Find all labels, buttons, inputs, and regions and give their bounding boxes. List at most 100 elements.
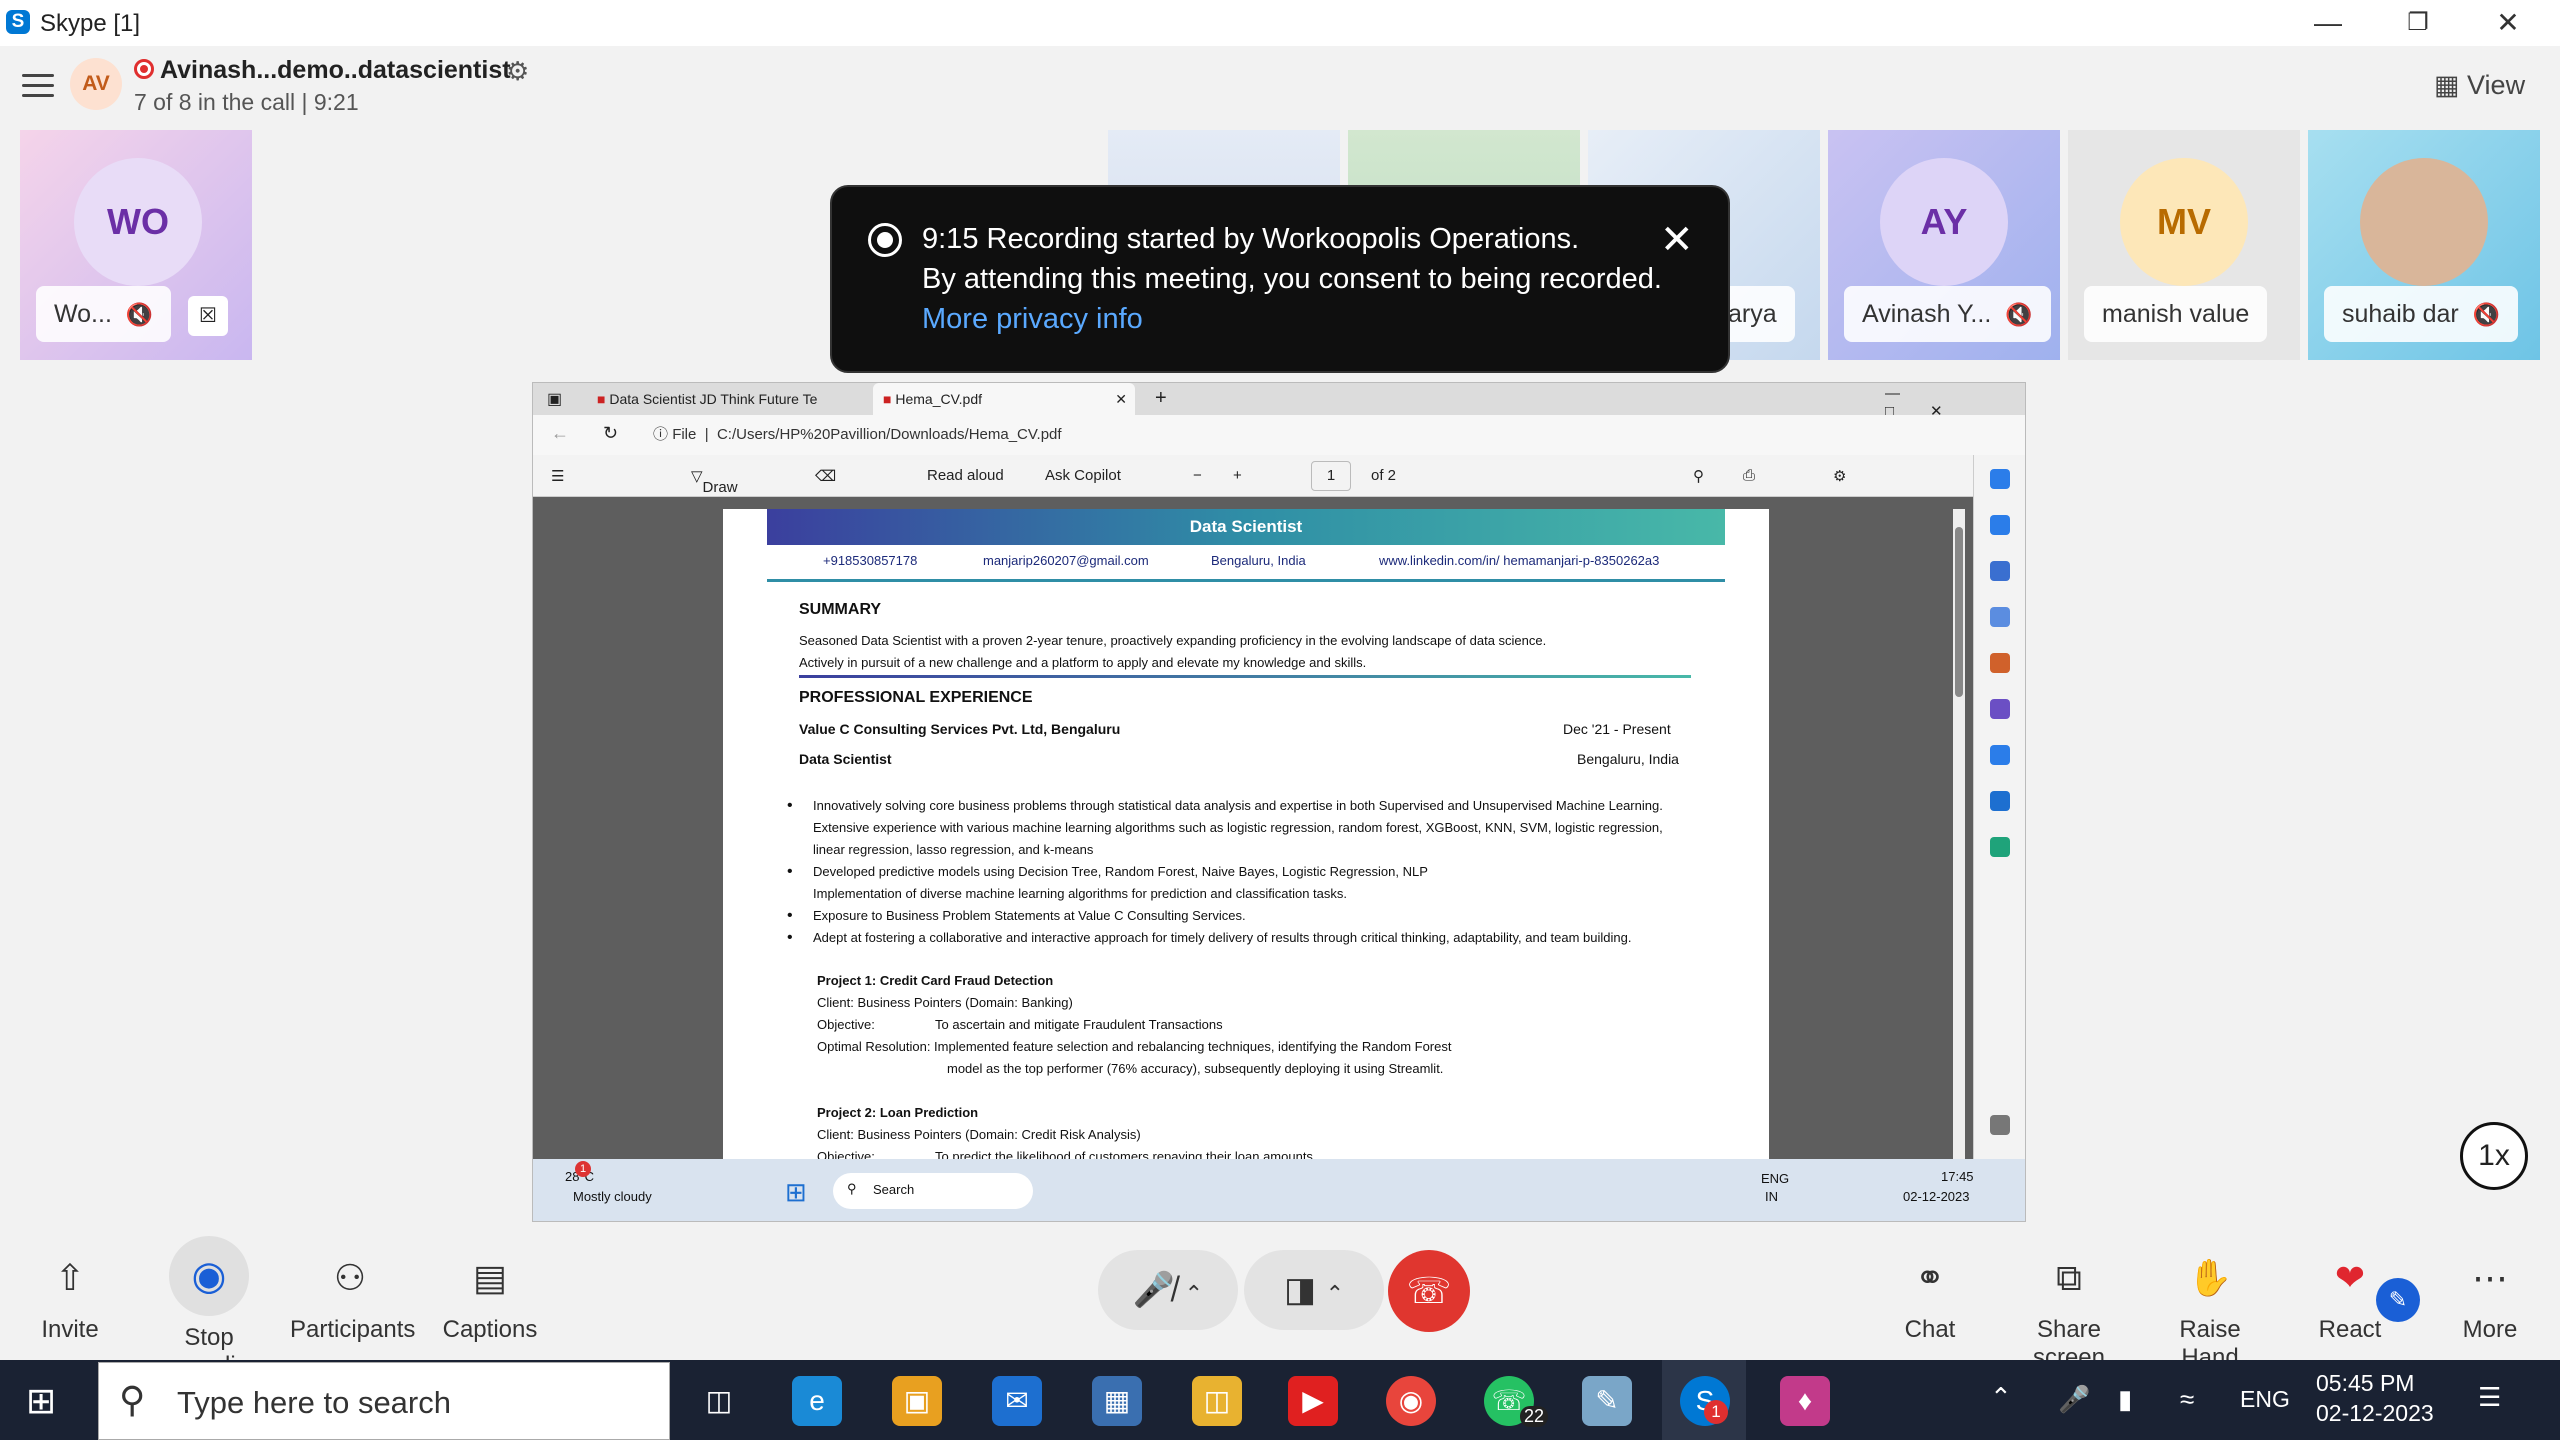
participants-button[interactable]: ⚇ Participants xyxy=(290,1222,415,1360)
wifi-icon[interactable]: ≈ xyxy=(2180,1384,2194,1415)
tools-icon[interactable] xyxy=(1990,653,2010,673)
unpin-icon[interactable]: ☒ xyxy=(188,296,228,336)
contents-icon[interactable]: ☰ xyxy=(551,467,564,485)
tab-actions-icon[interactable]: ▣ xyxy=(547,389,562,409)
settings-icon[interactable]: ⚙ xyxy=(1833,467,1846,485)
hand-icon: ✋ xyxy=(2187,1257,2233,1298)
participant-tile-ay[interactable]: AY Avinash Y... 🔇 xyxy=(1828,130,2060,360)
print-icon[interactable]: ⎙ xyxy=(1743,467,1755,484)
clock-time[interactable]: 05:45 PM xyxy=(2316,1370,2414,1397)
file-explorer-icon[interactable]: ◫ xyxy=(1192,1376,1242,1426)
app-icon[interactable]: ♦ xyxy=(1780,1376,1830,1426)
app-icon[interactable]: ✎ xyxy=(1582,1376,1632,1426)
avatar[interactable]: AV xyxy=(70,58,122,110)
hang-up-icon: ☏ xyxy=(1406,1270,1452,1311)
chevron-up-icon[interactable]: ⌃ xyxy=(1326,1281,1344,1306)
search-icon[interactable] xyxy=(1990,561,2010,581)
participant-tile-suhaib[interactable]: suhaib dar 🔇 xyxy=(2308,130,2540,360)
erase-icon[interactable]: ⌫ xyxy=(815,467,836,485)
youtube-icon[interactable]: ▶ xyxy=(1288,1376,1338,1426)
captions-button[interactable]: ▤ Captions xyxy=(440,1222,540,1360)
more-button[interactable]: ⋯ More xyxy=(2450,1222,2530,1360)
outlook-icon[interactable] xyxy=(1990,791,2010,811)
close-tab-icon[interactable]: ✕ xyxy=(1115,383,1127,415)
url-field[interactable]: ⓘ File | C:/Users/HP%20Pavillion/Downloa… xyxy=(653,421,2013,449)
remote-lang-2: IN xyxy=(1765,1189,1778,1204)
notification-line-2: By attending this meeting, you consent t… xyxy=(922,263,1662,295)
cv-project-objective: To ascertain and mitigate Fraudulent Tra… xyxy=(935,1017,1223,1032)
search-icon: ⚲ xyxy=(119,1379,146,1420)
raise-hand-button[interactable]: ✋ Raise Hand xyxy=(2150,1222,2270,1371)
remote-search-box[interactable]: ⚲ Search xyxy=(833,1173,1033,1209)
chevron-up-icon[interactable]: ⌃ xyxy=(1185,1281,1203,1306)
bell-icon[interactable] xyxy=(1990,515,2010,535)
draw-button[interactable]: ▽ Draw xyxy=(691,467,738,496)
participant-initials: AY xyxy=(1880,158,2008,286)
new-tab-icon[interactable]: + xyxy=(1155,387,1167,410)
mic-off-icon: 🔇 xyxy=(2472,302,2501,327)
remote-date: 02-12-2023 xyxy=(1903,1189,1970,1204)
pdf-icon: ■ xyxy=(597,391,606,407)
refresh-icon[interactable]: ↻ xyxy=(603,423,618,444)
edit-icon[interactable]: ✎ xyxy=(2376,1278,2420,1322)
participant-name: manish value xyxy=(2102,300,2250,328)
send-icon[interactable] xyxy=(1990,837,2010,857)
chat-button[interactable]: ⚭ Chat xyxy=(1900,1222,1960,1360)
pdf-scrollbar[interactable] xyxy=(1953,509,1965,1159)
games-icon[interactable] xyxy=(1990,699,2010,719)
windows-start-icon[interactable]: ⊞ xyxy=(785,1177,807,1208)
mic-toggle[interactable]: 🎤̸ ⌃ xyxy=(1098,1250,1238,1330)
cv-role: Data Scientist xyxy=(799,751,892,767)
browser-tab-active[interactable]: ■ Hema_CV.pdf ✕ xyxy=(873,383,1135,415)
back-icon[interactable]: ← xyxy=(551,423,569,444)
camera-toggle[interactable]: ◨ ⌃ xyxy=(1244,1250,1384,1330)
mail-icon[interactable]: ✉ xyxy=(992,1376,1042,1426)
read-aloud-button[interactable]: Read aloud xyxy=(927,467,1004,484)
zoom-out-icon[interactable]: − xyxy=(1193,467,1202,484)
invite-button[interactable]: ⇧ Invite xyxy=(30,1222,110,1360)
view-button[interactable]: ▦ View xyxy=(2434,70,2525,101)
cv-project-objective: To predict the likelihood of customers r… xyxy=(935,1149,1313,1159)
zoom-in-icon[interactable]: + xyxy=(1233,467,1242,484)
copilot-icon[interactable] xyxy=(1990,469,2010,489)
share-screen-button[interactable]: ⧉ Share screen xyxy=(2004,1222,2134,1371)
cv-linkedin: www.linkedin.com/in/ hemamanjari-p-83502… xyxy=(1379,553,1660,568)
mic-off-icon: 🔇 xyxy=(2005,302,2033,327)
ask-copilot-button[interactable]: Ask Copilot xyxy=(1045,467,1121,484)
chrome-icon[interactable]: ◉ xyxy=(1386,1376,1436,1426)
battery-icon[interactable]: ▮ xyxy=(2118,1384,2132,1415)
task-view-icon[interactable]: ◫ xyxy=(694,1376,744,1426)
desktop-app-icon[interactable]: ▦ xyxy=(1092,1376,1142,1426)
shopping-icon[interactable] xyxy=(1990,607,2010,627)
cv-project-title: Project 2: Loan Prediction xyxy=(817,1105,979,1120)
store-icon[interactable]: ▣ xyxy=(892,1376,942,1426)
minimize-button[interactable]: — xyxy=(2298,4,2358,42)
language-indicator[interactable]: ENG xyxy=(2240,1386,2290,1413)
taskbar-search[interactable]: ⚲ Type here to search xyxy=(98,1362,670,1440)
remote-lang-1: ENG xyxy=(1761,1171,1790,1186)
notification-badge: 1 xyxy=(575,1161,591,1177)
windows-start-icon[interactable]: ⊞ xyxy=(26,1380,56,1422)
end-call-button[interactable]: ☏ xyxy=(1388,1250,1470,1332)
edge-icon[interactable]: e xyxy=(792,1376,842,1426)
playback-speed-button[interactable]: 1x xyxy=(2460,1122,2528,1190)
chevron-up-icon[interactable]: ⌃ xyxy=(1990,1382,2012,1413)
page-number-input[interactable]: 1 xyxy=(1311,461,1351,491)
close-button[interactable]: ✕ xyxy=(2478,4,2538,42)
recording-indicator-icon xyxy=(134,59,154,79)
notifications-icon[interactable]: ☰ xyxy=(2478,1382,2501,1413)
stop-recording-button[interactable]: ◉Stop recordi... xyxy=(136,1222,282,1379)
clock-date[interactable]: 02-12-2023 xyxy=(2316,1400,2434,1427)
menu-icon[interactable] xyxy=(22,74,54,98)
browser-tab[interactable]: ■ Data Scientist JD Think Future Te xyxy=(587,383,861,415)
gear-icon[interactable]: ⚙ xyxy=(506,56,529,87)
mic-icon[interactable]: 🎤 xyxy=(2058,1384,2090,1415)
office-icon[interactable] xyxy=(1990,745,2010,765)
privacy-link[interactable]: More privacy info xyxy=(922,303,1143,336)
settings-icon[interactable] xyxy=(1990,1115,2010,1135)
search-icon[interactable]: ⚲ xyxy=(1693,467,1704,485)
participant-tile-mv[interactable]: MV manish value xyxy=(2068,130,2300,360)
close-icon[interactable]: ✕ xyxy=(1660,217,1694,263)
restore-button[interactable]: ❐ xyxy=(2388,4,2448,42)
participant-tile-wo[interactable]: WO Wo... 🔇 ☒ xyxy=(20,130,252,360)
